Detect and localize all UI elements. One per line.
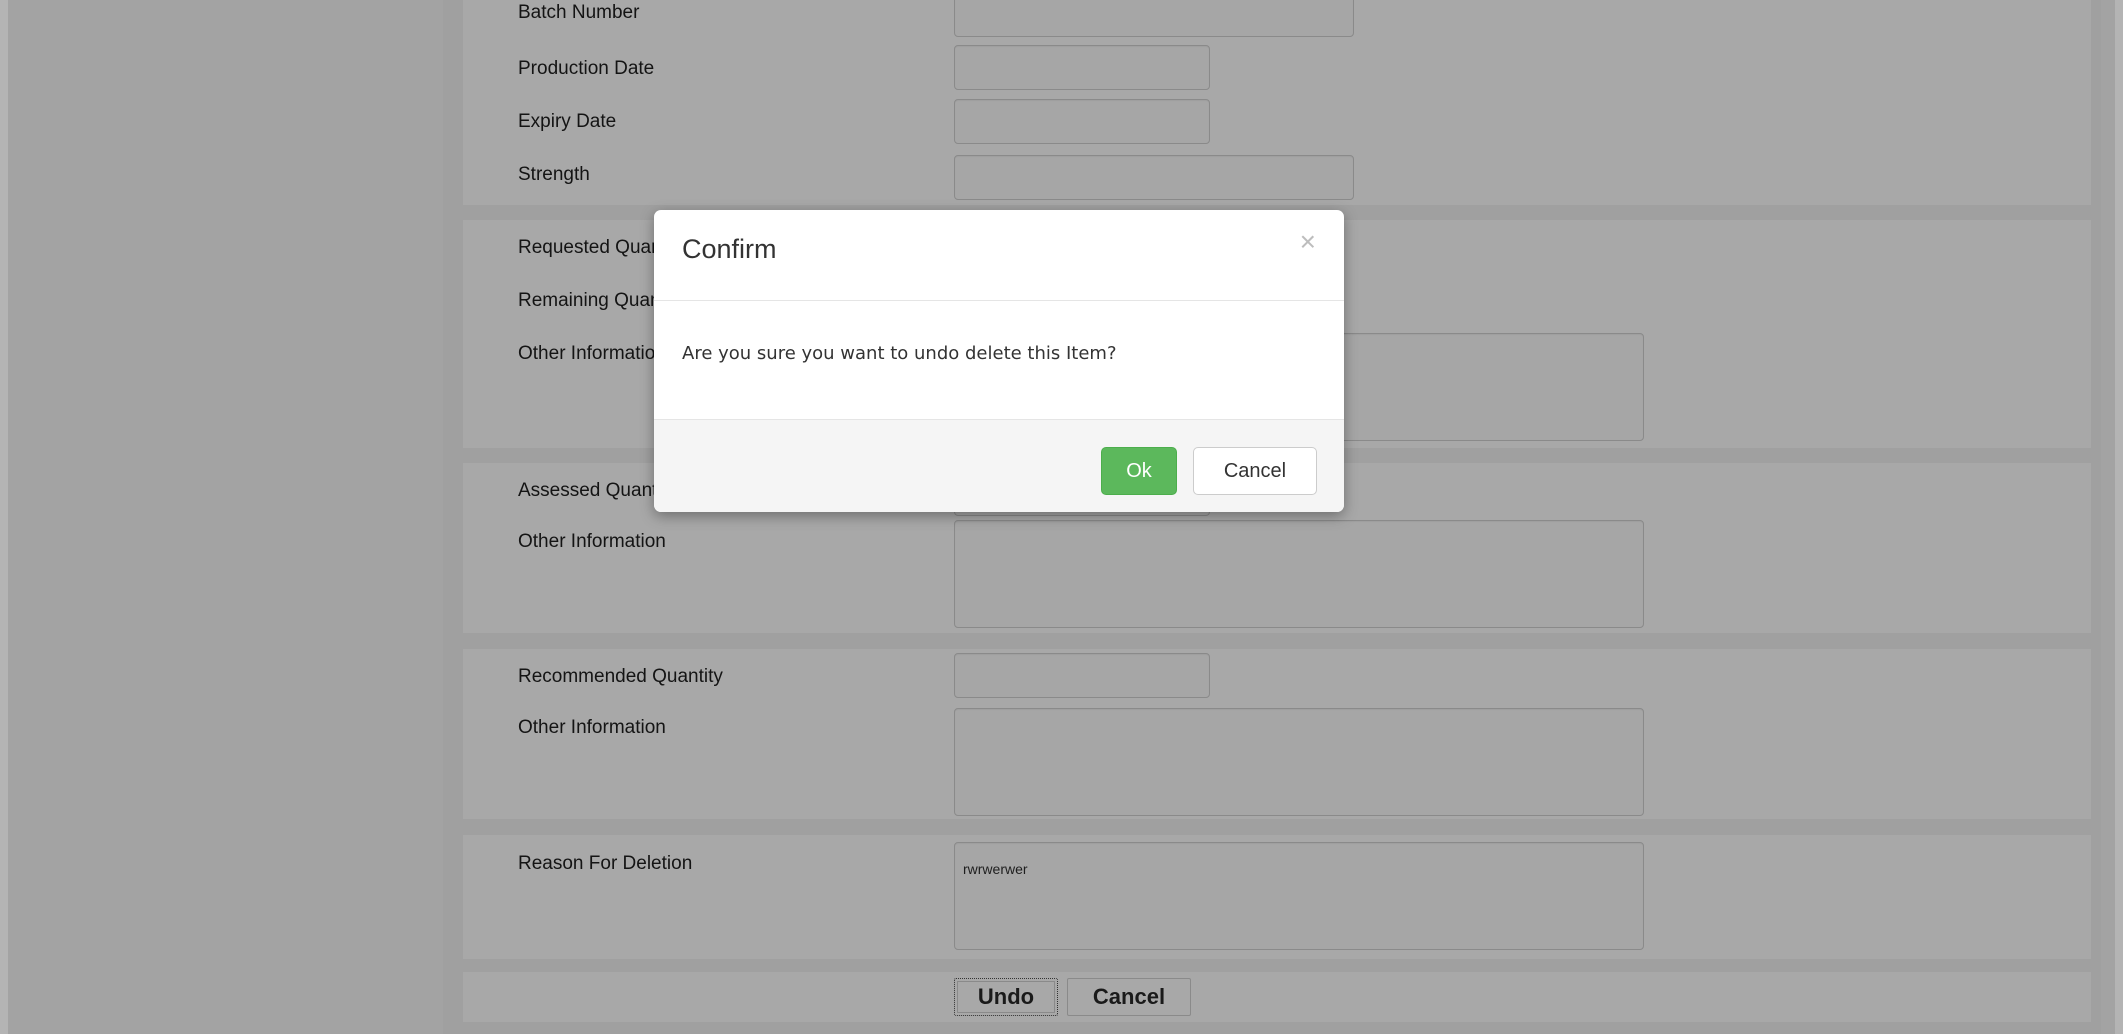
reason-for-deletion-label: Reason For Deletion <box>518 853 693 874</box>
left-edge <box>0 0 8 1034</box>
section-recommended: Recommended Quantity Other Information <box>463 649 2091 819</box>
recommended-quantity-label: Recommended Quantity <box>518 666 723 687</box>
dialog-header: Confirm × <box>654 210 1344 301</box>
page-stage: Batch Number Production Date Expiry Date… <box>0 0 2123 1034</box>
other-information-label: Other Information <box>518 717 666 738</box>
expiry-date-label: Expiry Date <box>518 111 617 132</box>
other-information-textarea[interactable] <box>954 520 1644 628</box>
strength-input[interactable] <box>954 155 1354 200</box>
dialog-title: Confirm <box>682 234 777 264</box>
production-date-label: Production Date <box>518 58 655 79</box>
assessed-quantity-label: Assessed Quantity <box>518 480 677 501</box>
batch-number-label: Batch Number <box>518 2 640 23</box>
batch-number-input[interactable] <box>954 0 1354 37</box>
dialog-footer: Ok Cancel <box>654 419 1344 512</box>
other-information-textarea[interactable] <box>954 708 1644 816</box>
ok-button[interactable]: Ok <box>1101 447 1177 495</box>
expiry-date-input[interactable] <box>954 99 1210 144</box>
close-icon[interactable]: × <box>1300 228 1316 256</box>
section-item-details: Batch Number Production Date Expiry Date… <box>463 0 2091 205</box>
confirm-dialog: Confirm × Are you sure you want to undo … <box>654 210 1344 512</box>
other-information-label: Other Information <box>518 531 666 552</box>
dialog-cancel-button[interactable]: Cancel <box>1193 447 1317 495</box>
production-date-input[interactable] <box>954 45 1210 90</box>
form-actions: Undo Cancel <box>463 972 2091 1022</box>
section-deletion: Reason For Deletion rwrwerwer <box>463 835 2091 959</box>
cancel-button[interactable]: Cancel <box>1067 978 1191 1016</box>
dialog-message: Are you sure you want to undo delete thi… <box>682 343 1117 364</box>
recommended-quantity-input[interactable] <box>954 653 1210 698</box>
right-edge <box>2115 0 2123 1034</box>
strength-label: Strength <box>518 164 590 185</box>
other-information-label: Other Information <box>518 343 666 364</box>
dialog-body: Are you sure you want to undo delete thi… <box>654 301 1344 419</box>
undo-button[interactable]: Undo <box>954 978 1058 1016</box>
reason-for-deletion-textarea[interactable]: rwrwerwer <box>954 842 1644 950</box>
item-form: Batch Number Production Date Expiry Date… <box>443 0 2101 1034</box>
